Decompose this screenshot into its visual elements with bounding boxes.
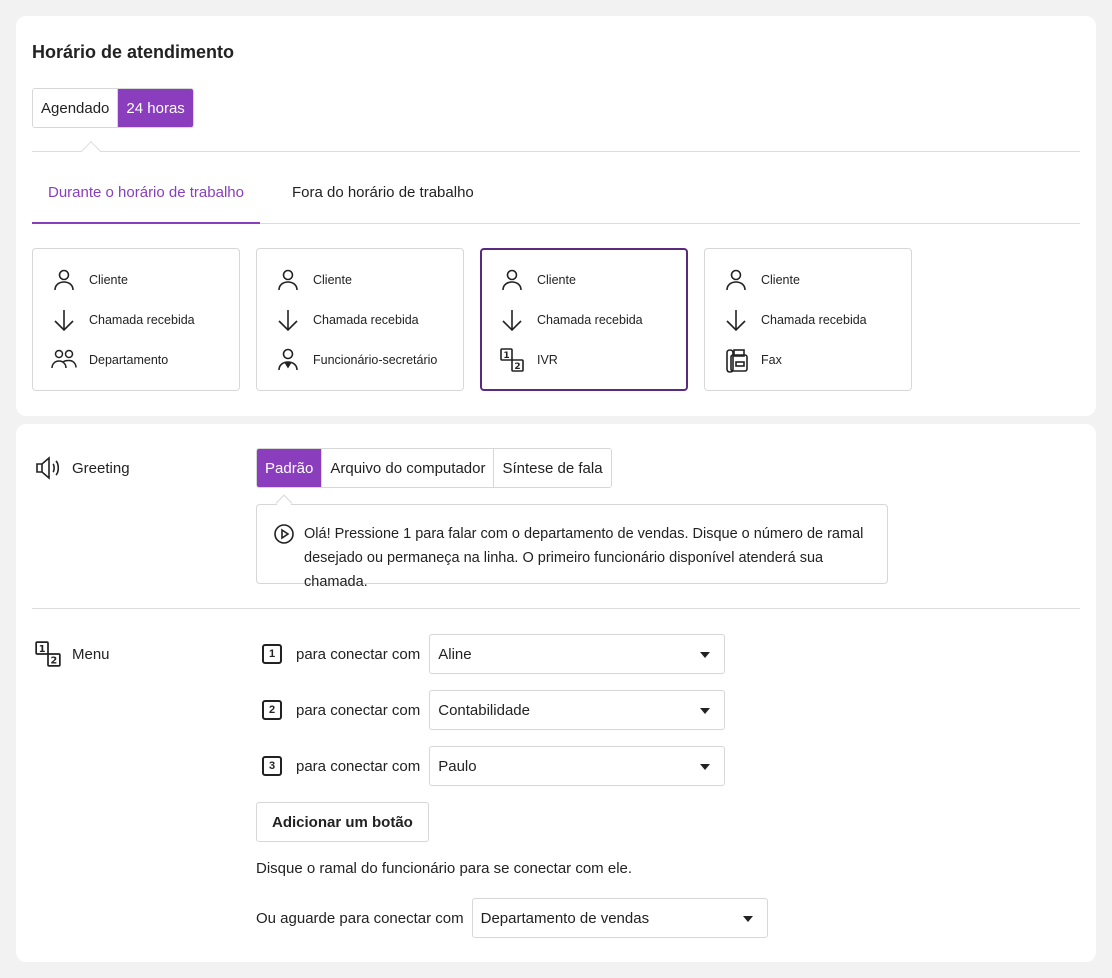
flow-step: Chamada recebida xyxy=(275,307,419,333)
menu-option-row: 3 para conectar com Paulo xyxy=(262,746,726,786)
greeting-message-box: Olá! Pressione 1 para falar com o depart… xyxy=(256,504,888,590)
arrow-down-icon xyxy=(54,310,74,332)
flow-card-fax[interactable]: Cliente Chamada recebida Fax xyxy=(704,248,912,391)
chevron-down-icon xyxy=(700,652,711,658)
key-badge: 1 xyxy=(262,644,282,664)
mode-option-scheduled[interactable]: Agendado xyxy=(33,89,119,127)
chevron-down-icon xyxy=(700,764,711,770)
flow-step: Cliente xyxy=(499,267,576,293)
flow-step: Cliente xyxy=(275,267,352,293)
greeting-menu-card: Greeting Padrão Arquivo do computador Sí… xyxy=(16,424,1096,962)
svg-text:1: 1 xyxy=(39,644,46,655)
wait-connect-row: Ou aguarde para conectar com Departament… xyxy=(256,898,768,938)
greeting-message: Olá! Pressione 1 para falar com o depart… xyxy=(304,526,864,590)
greeting-option-tts[interactable]: Síntese de fala xyxy=(494,449,611,487)
divider xyxy=(32,608,1080,609)
greeting-source-toggle: Padrão Arquivo do computador Síntese de … xyxy=(256,448,612,488)
chevron-down-icon xyxy=(700,708,711,714)
wait-target-select[interactable]: Departamento de vendas xyxy=(471,898,768,938)
fax-icon xyxy=(726,349,748,373)
tab-during-work-hours[interactable]: Durante o horário de trabalho xyxy=(32,172,260,224)
greeting-option-file[interactable]: Arquivo do computador xyxy=(322,449,495,487)
business-hours-card: Horário de atendimento Agendado 24 horas… xyxy=(16,16,1096,416)
menu-target-select[interactable]: Paulo xyxy=(429,746,726,786)
flow-step: 12 IVR xyxy=(499,347,558,373)
person-icon xyxy=(726,269,746,291)
flow-step: Funcionário-secretário xyxy=(275,347,437,373)
flow-step: Departamento xyxy=(51,347,168,373)
svg-text:2: 2 xyxy=(51,656,58,667)
flow-step: Fax xyxy=(723,347,782,373)
flow-step: Cliente xyxy=(51,267,128,293)
key-badge: 2 xyxy=(262,700,282,720)
extension-hint: Disque o ramal do funcionário para se co… xyxy=(256,860,633,877)
person-icon xyxy=(278,269,298,291)
arrow-down-icon xyxy=(502,310,522,332)
person-icon xyxy=(54,269,74,291)
flow-step: Cliente xyxy=(723,267,800,293)
person-icon xyxy=(502,269,522,291)
flow-step: Chamada recebida xyxy=(51,307,195,333)
secretary-icon xyxy=(278,348,298,371)
flow-card-department[interactable]: Cliente Chamada recebida Departamento xyxy=(32,248,240,391)
menu-option-row: 2 para conectar com Contabilidade xyxy=(262,690,726,730)
menu-target-select[interactable]: Contabilidade xyxy=(429,690,726,730)
flow-step: Chamada recebida xyxy=(723,307,867,333)
section-title: Horário de atendimento xyxy=(32,42,235,62)
hours-tabs: Durante o horário de trabalho Fora do ho… xyxy=(32,172,1080,224)
ivr-icon: 12 xyxy=(35,641,61,667)
flow-step: Chamada recebida xyxy=(499,307,643,333)
menu-target-select[interactable]: Aline xyxy=(429,634,726,674)
selection-pointer xyxy=(81,141,101,161)
arrow-down-icon xyxy=(278,310,298,332)
menu-option-row: 1 para conectar com Aline xyxy=(262,634,726,674)
arrow-down-icon xyxy=(726,310,746,332)
chevron-down-icon xyxy=(742,916,753,922)
speaker-icon xyxy=(36,456,60,480)
play-icon[interactable] xyxy=(273,523,295,545)
add-button-button[interactable]: Adicionar um botão xyxy=(256,802,429,842)
mode-option-24h[interactable]: 24 horas xyxy=(118,89,193,127)
svg-text:1: 1 xyxy=(503,351,509,361)
flow-card-ivr[interactable]: Cliente Chamada recebida 12 IVR xyxy=(480,248,688,391)
greeting-option-default[interactable]: Padrão xyxy=(257,449,323,487)
key-badge: 3 xyxy=(262,756,282,776)
menu-label: 12 Menu xyxy=(34,640,110,668)
greeting-label: Greeting xyxy=(34,454,130,482)
schedule-mode-toggle: Agendado 24 horas xyxy=(32,88,194,128)
tab-outside-work-hours[interactable]: Fora do horário de trabalho xyxy=(276,172,490,223)
divider xyxy=(32,151,1080,152)
group-icon xyxy=(51,349,77,369)
ivr-icon: 12 xyxy=(500,348,524,372)
svg-text:2: 2 xyxy=(514,362,520,372)
flow-card-secretary[interactable]: Cliente Chamada recebida Funcionário-sec… xyxy=(256,248,464,391)
